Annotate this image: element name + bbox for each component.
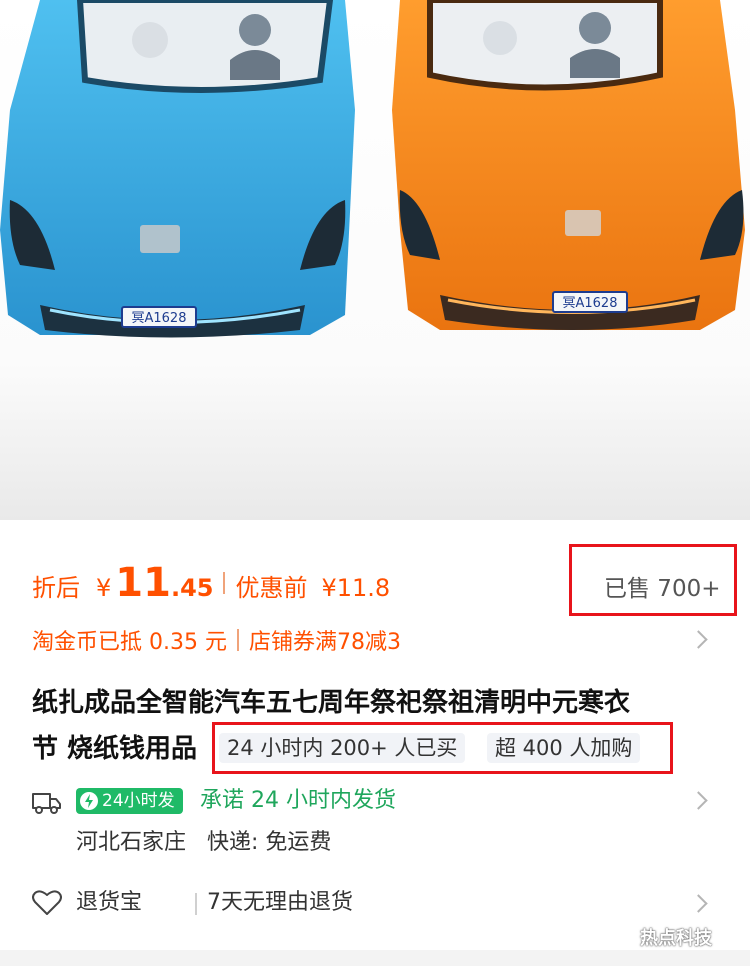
before-discount-price: ¥11.8 bbox=[321, 574, 391, 602]
tag-bought-24h: 24 小时内 200+ 人已买 bbox=[219, 733, 466, 763]
price-row: 折后 ¥ 11 .45 优惠前 ¥11.8 bbox=[32, 560, 390, 606]
watermark: 热点科技 bbox=[640, 928, 712, 949]
shipping-carrier-fee: 快递: 免运费 bbox=[207, 830, 332, 855]
price-integer: 11 bbox=[115, 560, 171, 606]
sold-count: 已售 700+ bbox=[604, 576, 721, 602]
tag-added-to-cart: 超 400 人加购 bbox=[487, 733, 641, 763]
truck-icon bbox=[32, 793, 61, 814]
shipping-row[interactable]: 24小时发 承诺 24 小时内发货 bbox=[32, 786, 722, 822]
product-image[interactable]: 冥A1628 冥A1628 bbox=[0, 0, 750, 520]
sold-count-highlight: 已售 700+ bbox=[569, 544, 737, 616]
coupon-divider bbox=[236, 629, 239, 651]
blue-car: 冥A1628 bbox=[0, 0, 355, 338]
24h-shipping-badge: 24小时发 bbox=[76, 788, 183, 814]
currency-symbol: ¥ bbox=[96, 574, 112, 602]
orange-car-plate: 冥A1628 bbox=[563, 296, 618, 311]
return-description: 7天无理由退货 bbox=[207, 890, 353, 915]
shipping-details: 河北石家庄 快递: 免运费 bbox=[76, 826, 331, 860]
coupon-row[interactable]: 淘金币已抵 0.35 元 店铺券满78减3 bbox=[32, 624, 401, 656]
chevron-right-icon[interactable] bbox=[689, 630, 708, 649]
return-label: 退货宝 bbox=[76, 890, 143, 915]
price-divider bbox=[223, 572, 226, 594]
product-title-line2: 节 烧纸钱用品 bbox=[32, 734, 198, 764]
product-photo-cars: 冥A1628 冥A1628 bbox=[0, 0, 745, 338]
badge-label: 24小时发 bbox=[102, 791, 175, 811]
blue-car-plate: 冥A1628 bbox=[132, 311, 187, 326]
coin-discount: 淘金币已抵 0.35 元 bbox=[32, 630, 227, 655]
product-info-card: 折后 ¥ 11 .45 优惠前 ¥11.8 已售 700+ 淘金币已抵 0.35… bbox=[0, 520, 750, 950]
shipping-promise: 承诺 24 小时内发货 bbox=[200, 788, 396, 813]
lightning-icon bbox=[80, 792, 98, 810]
ship-from-location: 河北石家庄 bbox=[76, 830, 187, 855]
product-title: 纸扎成品全智能汽车五七周年祭祀祭祖清明中元寒衣 bbox=[32, 688, 631, 718]
return-divider bbox=[195, 893, 197, 915]
store-coupon: 店铺券满78减3 bbox=[248, 630, 401, 655]
sales-tags-highlight: 24 小时内 200+ 人已买 超 400 人加购 bbox=[212, 722, 673, 774]
return-policy-row[interactable]: 退货宝 7天无理由退货 bbox=[32, 886, 722, 922]
orange-car: 冥A1628 bbox=[392, 0, 745, 330]
price-decimal: .45 bbox=[170, 574, 214, 602]
shield-heart-icon bbox=[32, 890, 62, 915]
after-discount-label: 折后 bbox=[32, 574, 80, 602]
before-discount-label: 优惠前 bbox=[235, 574, 308, 602]
